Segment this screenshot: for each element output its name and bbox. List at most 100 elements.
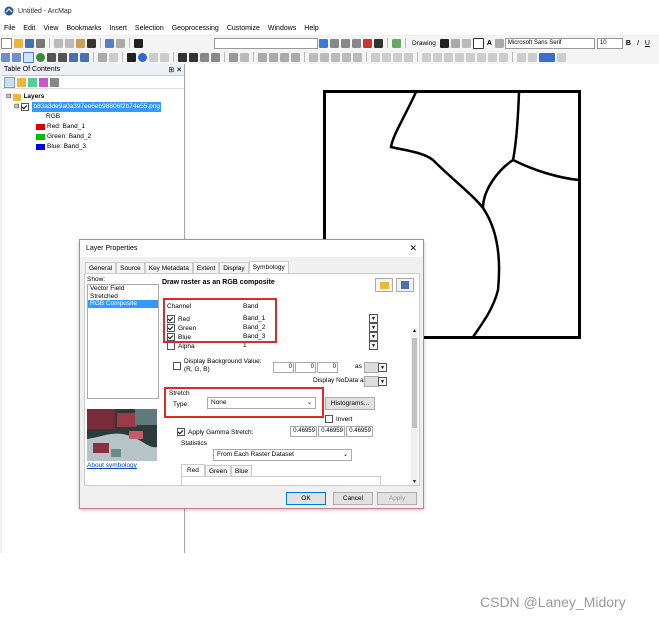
align-2-icon[interactable]: [320, 52, 329, 62]
new-document-icon[interactable]: [1, 37, 12, 49]
align-3-icon[interactable]: [331, 52, 340, 62]
cancel-button[interactable]: Cancel: [333, 492, 373, 505]
python-window-icon[interactable]: [374, 38, 383, 48]
blue-band-dropdown-icon[interactable]: ▼: [369, 332, 378, 341]
arctoolbox-icon[interactable]: [363, 38, 372, 48]
menu-insert[interactable]: Insert: [105, 25, 131, 32]
menu-bookmarks[interactable]: Bookmarks: [62, 25, 105, 32]
list-by-selection-icon[interactable]: [39, 77, 48, 87]
copy-icon[interactable]: [65, 38, 74, 48]
distribute-1-icon[interactable]: [371, 52, 380, 62]
menu-help[interactable]: Help: [300, 25, 322, 32]
rectangle-icon[interactable]: [472, 37, 484, 49]
layer-name[interactable]: b83a3de9a0a397ee6eb98806f2b74e55.png: [32, 102, 161, 112]
invert-checkbox[interactable]: [325, 415, 333, 423]
drawing-menu[interactable]: Drawing: [412, 40, 436, 47]
menu-selection[interactable]: Selection: [131, 25, 168, 32]
menu-geoprocessing[interactable]: Geoprocessing: [168, 25, 223, 32]
apply-button[interactable]: Apply: [377, 492, 417, 505]
identify-icon[interactable]: [138, 52, 147, 62]
edit-vertices-icon[interactable]: [494, 38, 504, 48]
undo-icon[interactable]: [105, 38, 114, 48]
fill-color-icon[interactable]: [517, 52, 526, 62]
layer-visibility-checkbox[interactable]: [21, 103, 30, 111]
add-data-icon[interactable]: [134, 38, 143, 48]
scroll-down-icon[interactable]: ▼: [412, 479, 417, 485]
scroll-thumb[interactable]: [412, 338, 417, 428]
menu-view[interactable]: View: [39, 25, 62, 32]
group-icon[interactable]: [422, 52, 431, 62]
redo-icon[interactable]: [116, 38, 125, 48]
nudge-icon[interactable]: [455, 52, 464, 62]
rotate-flip-icon[interactable]: [466, 52, 475, 62]
alpha-band-dropdown-icon[interactable]: ▼: [369, 341, 378, 350]
italic-button[interactable]: I: [637, 40, 639, 47]
dialog-close-icon[interactable]: ✕: [409, 243, 417, 254]
gamma-checkbox[interactable]: [177, 428, 185, 436]
extra-tool-icon[interactable]: [557, 52, 566, 62]
green-band-dropdown-icon[interactable]: ▼: [369, 323, 378, 332]
print-icon[interactable]: [36, 38, 45, 48]
find-icon[interactable]: [178, 52, 187, 62]
layout-tool-4-icon[interactable]: [291, 52, 300, 62]
show-item-rgb-composite[interactable]: RGB Composite: [88, 300, 158, 308]
menu-customize[interactable]: Customize: [223, 25, 264, 32]
open-layer-file-button[interactable]: [375, 278, 393, 292]
open-folder-icon[interactable]: [14, 38, 23, 48]
list-by-drawing-order-icon[interactable]: [4, 76, 15, 88]
delete-icon[interactable]: [87, 38, 96, 48]
layer-node[interactable]: ⊟ b83a3de9a0a397ee6eb98806f2b74e55.png: [6, 102, 161, 112]
display-bg-checkbox[interactable]: [173, 362, 181, 370]
bg-value-r[interactable]: 0: [273, 362, 294, 373]
ok-button[interactable]: OK: [286, 492, 326, 505]
line-color-icon[interactable]: [528, 52, 537, 62]
panel-scrollbar[interactable]: ▲ ▼: [411, 328, 418, 485]
paste-icon[interactable]: [76, 38, 85, 48]
bg-color-picker[interactable]: [364, 362, 379, 373]
align-1-icon[interactable]: [309, 52, 318, 62]
scale-box[interactable]: [214, 37, 318, 49]
font-size-select[interactable]: 10: [596, 37, 623, 49]
toc-pin-close-icon[interactable]: ⊞ ✕: [168, 66, 182, 74]
cut-icon[interactable]: [54, 38, 63, 48]
bg-value-g[interactable]: 0: [295, 362, 316, 373]
distribute-3-icon[interactable]: [393, 52, 402, 62]
select-features-icon[interactable]: [98, 52, 107, 62]
search-window-icon[interactable]: [352, 38, 361, 48]
bg-value-b[interactable]: 0: [317, 362, 338, 373]
font-select[interactable]: Microsoft Sans Serif: [504, 37, 595, 49]
fixed-zoom-in-icon[interactable]: [47, 52, 56, 62]
zoom-out-icon[interactable]: [12, 52, 21, 62]
zoom-whole-page-icon[interactable]: [461, 38, 471, 48]
guides-icon[interactable]: [488, 52, 497, 62]
show-item-stretched[interactable]: Stretched: [88, 293, 158, 301]
toc-window-icon[interactable]: [330, 38, 339, 48]
alpha-channel-checkbox[interactable]: [167, 342, 175, 350]
show-item-vector-field[interactable]: Vector Field: [88, 285, 158, 293]
forward-extent-icon[interactable]: [80, 52, 89, 62]
layout-tool-1-icon[interactable]: [258, 52, 267, 62]
list-by-visibility-icon[interactable]: [28, 77, 37, 87]
time-slider-icon[interactable]: [229, 52, 238, 62]
html-popup-icon[interactable]: [160, 52, 169, 62]
hyperlink-icon[interactable]: [149, 52, 158, 62]
statistics-select[interactable]: From Each Raster Dataset ⌄: [213, 449, 352, 461]
histograms-button[interactable]: Histograms...: [325, 397, 375, 410]
bold-button[interactable]: B: [626, 40, 631, 47]
rotate-icon[interactable]: [450, 38, 460, 48]
clear-selection-icon[interactable]: [109, 52, 118, 62]
layout-tool-2-icon[interactable]: [269, 52, 278, 62]
fixed-zoom-out-icon[interactable]: [58, 52, 67, 62]
zoom-in-icon[interactable]: [1, 52, 10, 62]
editor-toolbar-icon[interactable]: [319, 38, 328, 48]
snap-icon[interactable]: [477, 52, 486, 62]
layout-tool-3-icon[interactable]: [280, 52, 289, 62]
about-symbology-link[interactable]: About symbology: [87, 462, 137, 469]
color-swatch-icon[interactable]: [539, 52, 555, 62]
gamma-value-r[interactable]: 0.46959: [290, 426, 317, 437]
save-icon[interactable]: [25, 38, 34, 48]
alpha-band-value[interactable]: 1: [243, 342, 247, 349]
gamma-value-g[interactable]: 0.46959: [318, 426, 345, 437]
ungroup-icon[interactable]: [433, 52, 442, 62]
menu-edit[interactable]: Edit: [19, 25, 39, 32]
